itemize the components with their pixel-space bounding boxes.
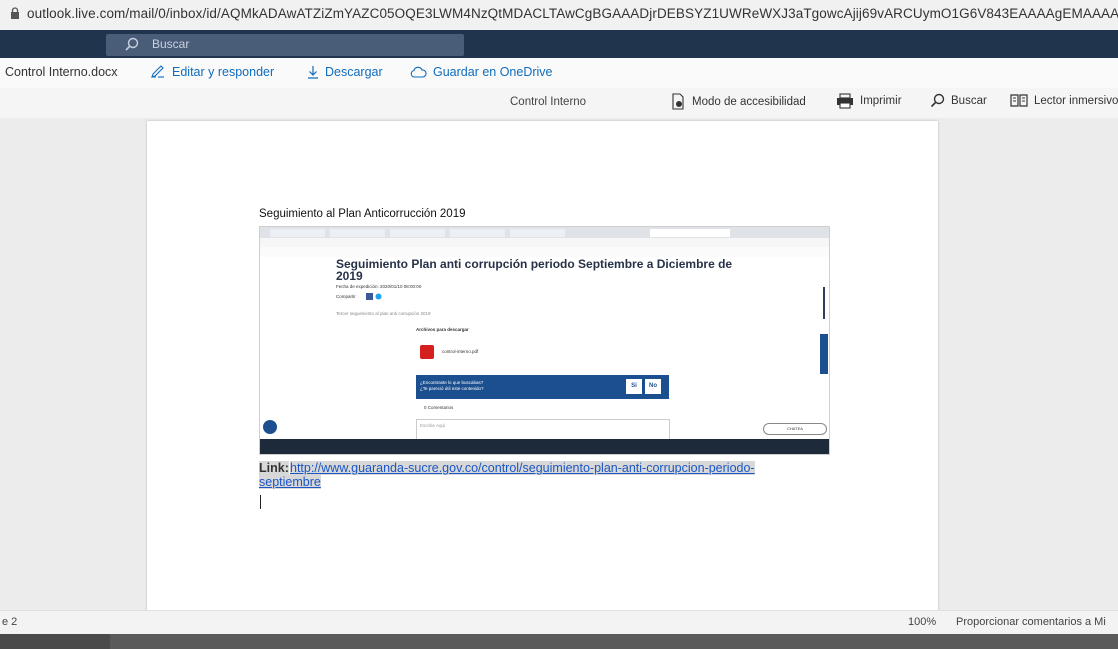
pdf-icon bbox=[420, 345, 434, 359]
save-onedrive-label: Guardar en OneDrive bbox=[433, 65, 553, 79]
embedded-scrollbar bbox=[823, 287, 825, 319]
zoom-level[interactable]: 100% bbox=[908, 616, 936, 628]
embedded-yes-button: Sí bbox=[626, 379, 642, 394]
embedded-bookmarks-bar bbox=[260, 247, 829, 257]
embedded-downloads-heading: Archivos para descargar bbox=[416, 327, 469, 332]
embedded-comment-placeholder: Escribe Aquí bbox=[420, 423, 446, 428]
search-placeholder[interactable]: Buscar bbox=[152, 37, 189, 51]
embedded-tab bbox=[450, 229, 505, 237]
embedded-tab bbox=[330, 229, 385, 237]
facebook-icon bbox=[366, 293, 373, 300]
embedded-tab bbox=[510, 229, 565, 237]
immersive-reader-label: Lector inmersivo bbox=[1034, 94, 1118, 107]
bottom-bar bbox=[0, 634, 1118, 649]
cloud-icon bbox=[410, 66, 427, 78]
document-title: Control Interno bbox=[510, 96, 587, 108]
embedded-tab bbox=[390, 229, 445, 237]
lock-icon bbox=[11, 7, 19, 19]
embedded-taskbar bbox=[260, 439, 829, 454]
embedded-tab-active bbox=[650, 229, 730, 237]
attachment-file-name: Control Interno.docx bbox=[5, 65, 118, 79]
print-button[interactable]: Imprimir bbox=[836, 93, 902, 109]
embedded-chat-button: CHATEA bbox=[763, 423, 827, 435]
embedded-description: Tercer seguimiento al plan anti corrupci… bbox=[336, 311, 431, 316]
accessibility-label: Modo de accesibilidad bbox=[692, 95, 806, 108]
embedded-comments-count: 0 Comentarios bbox=[424, 405, 454, 410]
embedded-scroll-up-icon bbox=[263, 420, 277, 434]
download-icon bbox=[308, 66, 318, 79]
text-caret bbox=[260, 495, 261, 509]
bottom-left-panel bbox=[0, 634, 110, 649]
accessibility-doc-icon bbox=[672, 93, 684, 110]
accessibility-mode-button[interactable]: Modo de accesibilidad bbox=[670, 93, 806, 110]
embedded-feedback-question: ¿Encontraste lo que buscabas? ¿Te pareci… bbox=[420, 380, 484, 392]
search-icon bbox=[930, 93, 945, 108]
find-button[interactable]: Buscar bbox=[930, 93, 987, 108]
download-button[interactable]: Descargar bbox=[307, 65, 383, 79]
immersive-reader-icon bbox=[1010, 94, 1028, 107]
edit-reply-label: Editar y responder bbox=[172, 65, 275, 79]
save-onedrive-button[interactable]: Guardar en OneDrive bbox=[410, 65, 553, 79]
find-label: Buscar bbox=[951, 94, 987, 107]
embedded-accessibility-sidebar bbox=[820, 334, 828, 374]
feedback-link[interactable]: Proporcionar comentarios a Mi bbox=[956, 616, 1106, 628]
embedded-file-link: control-interno.pdf bbox=[442, 349, 479, 354]
embedded-feedback-banner: ¿Encontraste lo que buscabas? ¿Te pareci… bbox=[416, 375, 669, 399]
embedded-page-title: Seguimiento Plan anti corrupción periodo… bbox=[336, 257, 733, 283]
twitter-icon bbox=[375, 293, 382, 300]
embedded-tab bbox=[270, 229, 325, 237]
link-label: Link: bbox=[259, 461, 289, 475]
document-link[interactable]: http://www.guaranda-sucre.gov.co/control… bbox=[290, 461, 755, 475]
url-text[interactable]: outlook.live.com/mail/0/inbox/id/AQMkADA… bbox=[27, 6, 1118, 21]
printer-icon bbox=[837, 93, 853, 109]
pencil-icon bbox=[151, 65, 164, 78]
print-label: Imprimir bbox=[860, 95, 902, 107]
embedded-comment-box: Escribe Aquí bbox=[416, 419, 670, 441]
document-link-continued[interactable]: septiembre bbox=[259, 475, 321, 489]
embedded-share: Compartir bbox=[336, 294, 356, 299]
embedded-feedback-q2: ¿Te pareció útil este contenido? bbox=[420, 386, 484, 391]
embedded-date: Fecha de expedición: 2020/01/10 08:00:00 bbox=[336, 284, 422, 289]
download-label: Descargar bbox=[325, 65, 383, 79]
embedded-screenshot: Seguimiento Plan anti corrupción periodo… bbox=[259, 226, 830, 455]
search-icon bbox=[125, 37, 139, 51]
edit-reply-button[interactable]: Editar y responder bbox=[150, 65, 274, 79]
page-indicator: e 2 bbox=[2, 616, 18, 628]
status-bar bbox=[0, 610, 1118, 635]
embedded-no-button: No bbox=[645, 379, 661, 394]
document-heading: Seguimiento al Plan Anticorrucción 2019 bbox=[259, 208, 466, 220]
immersive-reader-button[interactable]: Lector inmersivo bbox=[1010, 93, 1118, 108]
